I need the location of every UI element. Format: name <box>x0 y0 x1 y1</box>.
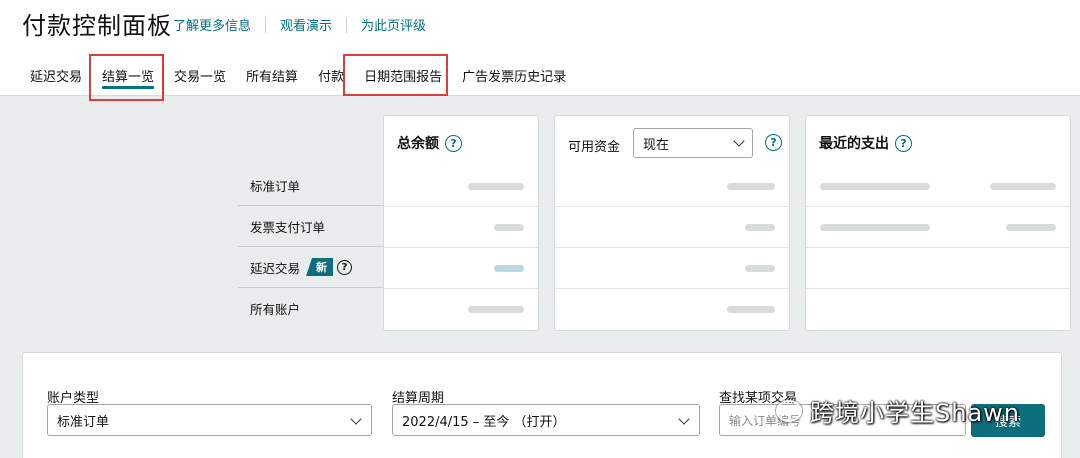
blurred-value <box>1006 223 1056 231</box>
total-balance-card: 总余额 ? <box>383 115 539 331</box>
table-cell <box>555 289 789 330</box>
blurred-value <box>745 223 775 231</box>
settlement-period-select[interactable]: 2022/4/15 – 至今 （打开） <box>392 404 700 436</box>
blurred-value <box>820 223 930 231</box>
recent-payout-card: 最近的支出 ? <box>805 115 1071 331</box>
blurred-value <box>820 182 930 190</box>
highlight-box-settlement-tab <box>89 54 164 101</box>
table-cell <box>555 248 789 289</box>
divider <box>265 16 267 33</box>
blurred-value <box>727 306 775 313</box>
highlight-box-date-range-tab <box>343 54 448 96</box>
blurred-value <box>468 306 524 313</box>
blurred-value <box>468 182 524 190</box>
table-cell <box>384 248 538 289</box>
learn-more-link[interactable]: 了解更多信息 <box>173 15 251 34</box>
tab-deferred-transactions[interactable]: 延迟交易 <box>20 66 92 86</box>
blurred-value <box>990 182 1056 190</box>
tab-ad-invoice-history[interactable]: 广告发票历史记录 <box>452 66 576 86</box>
chevron-down-icon <box>733 135 745 147</box>
row-label-all-accounts: 所有账户 <box>250 302 301 317</box>
row-label-standard-orders: 标准订单 <box>238 165 383 206</box>
table-cell <box>555 166 789 207</box>
table-cell <box>555 207 789 248</box>
divider <box>346 16 348 33</box>
recent-payout-title: 最近的支出 <box>819 136 889 152</box>
available-funds-label: 可用资金 <box>568 140 621 155</box>
help-icon[interactable]: ? <box>445 134 462 152</box>
rate-page-link[interactable]: 为此页评级 <box>361 15 426 34</box>
blurred-value[interactable] <box>494 264 524 272</box>
table-cell <box>384 289 538 330</box>
watermark: 跨境小学生Shawn <box>776 393 1020 428</box>
help-icon[interactable]: ? <box>765 134 782 151</box>
table-cell <box>806 248 1070 289</box>
new-badge: 新 <box>306 258 334 276</box>
table-cell <box>384 207 538 248</box>
summary-row-labels: 标准订单 发票支付订单 延迟交易 新 ? 所有账户 <box>238 165 383 329</box>
table-cell <box>806 289 1070 330</box>
help-icon[interactable]: ? <box>895 134 912 152</box>
tab-transaction-overview[interactable]: 交易一览 <box>164 66 236 86</box>
available-funds-card: 可用资金 现在 ? <box>554 115 790 331</box>
blurred-value <box>745 264 775 272</box>
blurred-value <box>727 182 775 190</box>
tab-all-settlements[interactable]: 所有结算 <box>236 66 308 86</box>
help-icon[interactable]: ? <box>337 259 353 275</box>
watch-demo-link[interactable]: 观看演示 <box>280 15 332 34</box>
header-links: 了解更多信息 观看演示 为此页评级 <box>173 15 426 34</box>
table-cell <box>806 207 1070 248</box>
wechat-icon <box>776 399 802 422</box>
chevron-down-icon <box>350 413 362 425</box>
total-balance-title: 总余额 <box>397 136 439 152</box>
account-type-select[interactable]: 标准订单 <box>47 404 372 436</box>
page-title: 付款控制面板 <box>22 12 172 40</box>
chevron-down-icon <box>678 413 690 425</box>
funds-period-select[interactable]: 现在 <box>633 128 753 158</box>
row-label-deferred-transactions: 延迟交易 新 ? <box>238 247 383 288</box>
table-cell <box>384 166 538 207</box>
blurred-value <box>494 223 524 231</box>
row-label-invoiced-orders: 发票支付订单 <box>238 206 383 247</box>
table-cell <box>806 166 1070 207</box>
